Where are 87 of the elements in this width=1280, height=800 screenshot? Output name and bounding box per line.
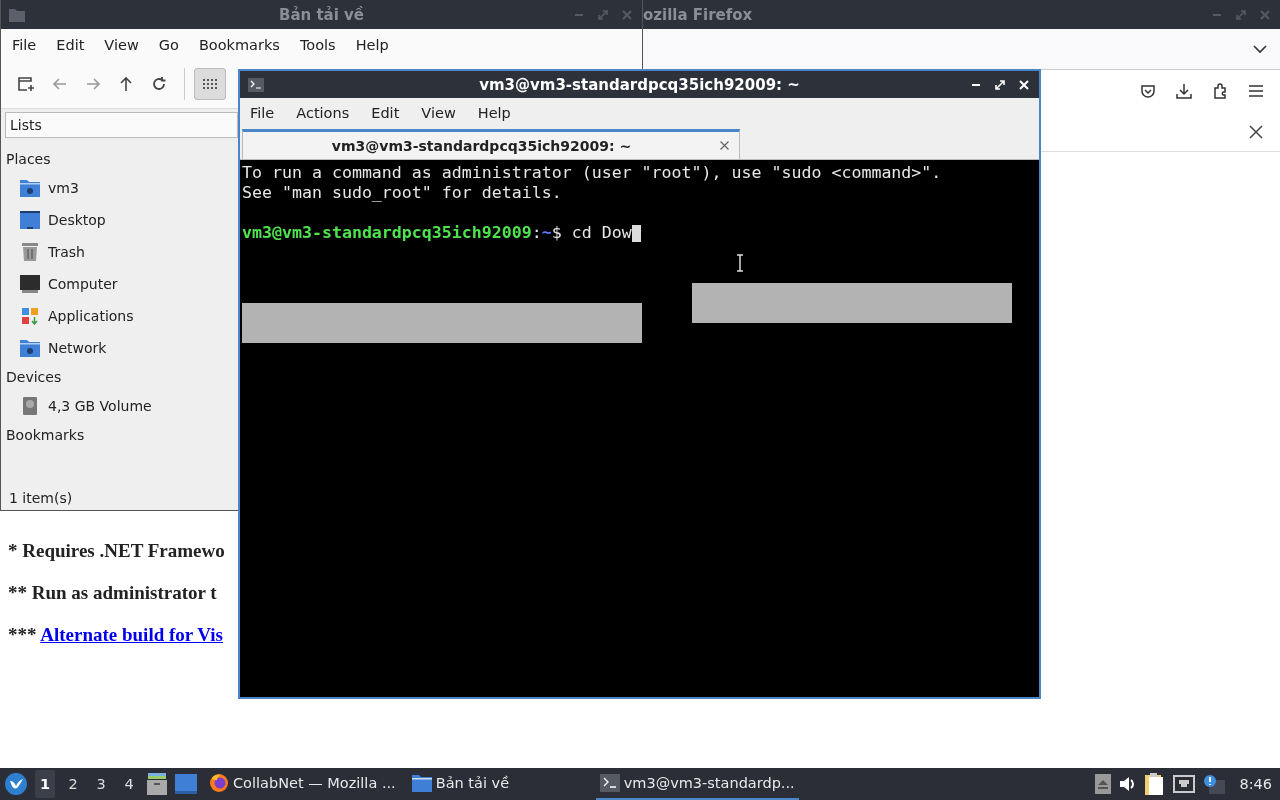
taskbar-task[interactable]: vm3@vm3-standardp... <box>595 768 799 800</box>
workspace-button[interactable]: 3 <box>91 770 111 798</box>
forward-arrow-icon[interactable] <box>85 76 101 92</box>
taskbar-task[interactable]: CollabNet — Mozilla ... <box>205 768 400 800</box>
prompt-separator: : <box>531 223 542 243</box>
terminal-output: To run a command as administrator (user "root"), use "sudo <command>". <box>242 163 943 183</box>
menu-item[interactable]: File <box>12 36 37 53</box>
prompt-command: $ cd Dow <box>551 223 632 243</box>
sidebar-label: Trash <box>48 244 85 260</box>
sidebar-label: Applications <box>48 308 134 324</box>
menu-item[interactable]: Tools <box>299 36 336 53</box>
file-cabinet-icon[interactable] <box>147 773 167 795</box>
trash-icon <box>20 243 40 261</box>
section-header: Bookmarks <box>6 426 85 445</box>
sidebar-item[interactable]: Applications <box>1 300 134 332</box>
sidebar-item[interactable]: vm3 <box>1 172 79 204</box>
close-tab-icon[interactable] <box>720 141 729 150</box>
menu-item[interactable]: Edit <box>371 105 400 121</box>
desktop-icon <box>20 211 40 229</box>
clock[interactable]: 8:46 <box>1239 776 1272 792</box>
sidebar-label: Desktop <box>48 212 106 228</box>
download-link[interactable]: Alternate build for Vis <box>40 624 223 645</box>
menu-item[interactable]: Help <box>355 36 389 53</box>
folder-icon <box>411 774 432 792</box>
home-folder-icon <box>20 179 40 197</box>
side-panel-dropdown[interactable]: Lists <box>5 112 238 138</box>
sidebar-item[interactable]: 4,3 GB Volume <box>1 390 152 422</box>
menu-item[interactable]: Actions <box>296 105 350 121</box>
footnote-text: ** Run as administrator t <box>8 582 218 604</box>
drive-icon <box>20 397 40 415</box>
prompt-path: ~ <box>541 223 552 243</box>
terminal-icon <box>248 77 264 92</box>
taskbar-task[interactable]: Bản tải về <box>407 768 588 800</box>
clipboard-icon[interactable] <box>1145 773 1166 795</box>
terminal-output: See "man sudo_root" for details. <box>242 183 563 203</box>
window-title: ozilla Firefox <box>643 5 753 24</box>
window-title: vm3@vm3-standardpcq35ich92009: ~ <box>479 75 800 94</box>
sidebar-item[interactable]: Network <box>1 332 107 364</box>
grid-icon <box>203 79 217 89</box>
sidebar-label: Network <box>48 340 107 356</box>
notification-icon[interactable] <box>1203 774 1226 794</box>
terminal-icon <box>599 774 620 792</box>
new-window-icon[interactable] <box>17 75 35 93</box>
menu-item[interactable]: Go <box>158 36 179 53</box>
up-arrow-icon[interactable] <box>118 76 134 92</box>
bird-logo-icon[interactable] <box>5 773 27 795</box>
menu-item[interactable]: File <box>250 105 275 121</box>
folder-icon <box>9 7 25 22</box>
sidebar-item[interactable]: Trash <box>1 236 85 268</box>
terminal-screen[interactable]: To run a command as administrator (user "root"), use "sudo <command>". See "man sudo_root" for details. vm3@vm3-standardpcq35ich92009:~$ cd Dow <box>240 160 1039 697</box>
sidebar-item[interactable]: Desktop <box>1 204 106 236</box>
menu-item[interactable]: Help <box>477 105 511 121</box>
pocket-icon[interactable] <box>1140 83 1156 99</box>
section-header: Places <box>6 150 51 169</box>
menu-item[interactable]: View <box>104 36 139 53</box>
back-arrow-icon[interactable] <box>52 76 68 92</box>
i-beam-cursor-icon <box>736 254 744 272</box>
network-folder-icon <box>20 339 40 357</box>
firefox-icon <box>209 773 229 793</box>
footnote-marker: *** <box>8 624 38 645</box>
workspace-button[interactable]: 4 <box>119 770 139 798</box>
menu-icon[interactable] <box>1248 84 1264 98</box>
close-icon[interactable] <box>1249 124 1263 139</box>
sidebar-label: 4,3 GB Volume <box>48 398 152 414</box>
menu-item[interactable]: Bookmarks <box>198 36 280 53</box>
sidebar-label: Computer <box>48 276 118 292</box>
reload-icon[interactable] <box>151 76 167 92</box>
prompt-user-host: vm3@vm3-standardpcq35ich92009 <box>242 223 532 243</box>
status-text: 1 item(s) <box>8 489 74 508</box>
sidebar-label: vm3 <box>48 180 79 196</box>
download-icon[interactable] <box>1176 83 1192 99</box>
eject-icon[interactable] <box>1095 774 1112 794</box>
footnote-text: * Requires .NET Framewo <box>8 540 226 562</box>
network-icon[interactable] <box>1173 775 1196 793</box>
chevron-down-icon[interactable] <box>1253 44 1267 54</box>
window-title: Bản tải về <box>278 5 365 24</box>
icon-view-button[interactable] <box>194 68 226 100</box>
terminal-tab[interactable]: vm3@vm3-standardpcq35ich92009: ~ <box>242 129 740 159</box>
applications-icon <box>20 307 40 325</box>
section-header: Devices <box>6 368 62 387</box>
workspace-button[interactable]: 1 <box>35 770 55 798</box>
menu-item[interactable]: View <box>421 105 456 121</box>
puzzle-icon[interactable] <box>1212 83 1228 99</box>
computer-icon <box>20 275 40 293</box>
menu-item[interactable]: Edit <box>56 36 85 53</box>
workspace-button[interactable]: 2 <box>63 770 83 798</box>
sidebar-item[interactable]: Computer <box>1 268 118 300</box>
